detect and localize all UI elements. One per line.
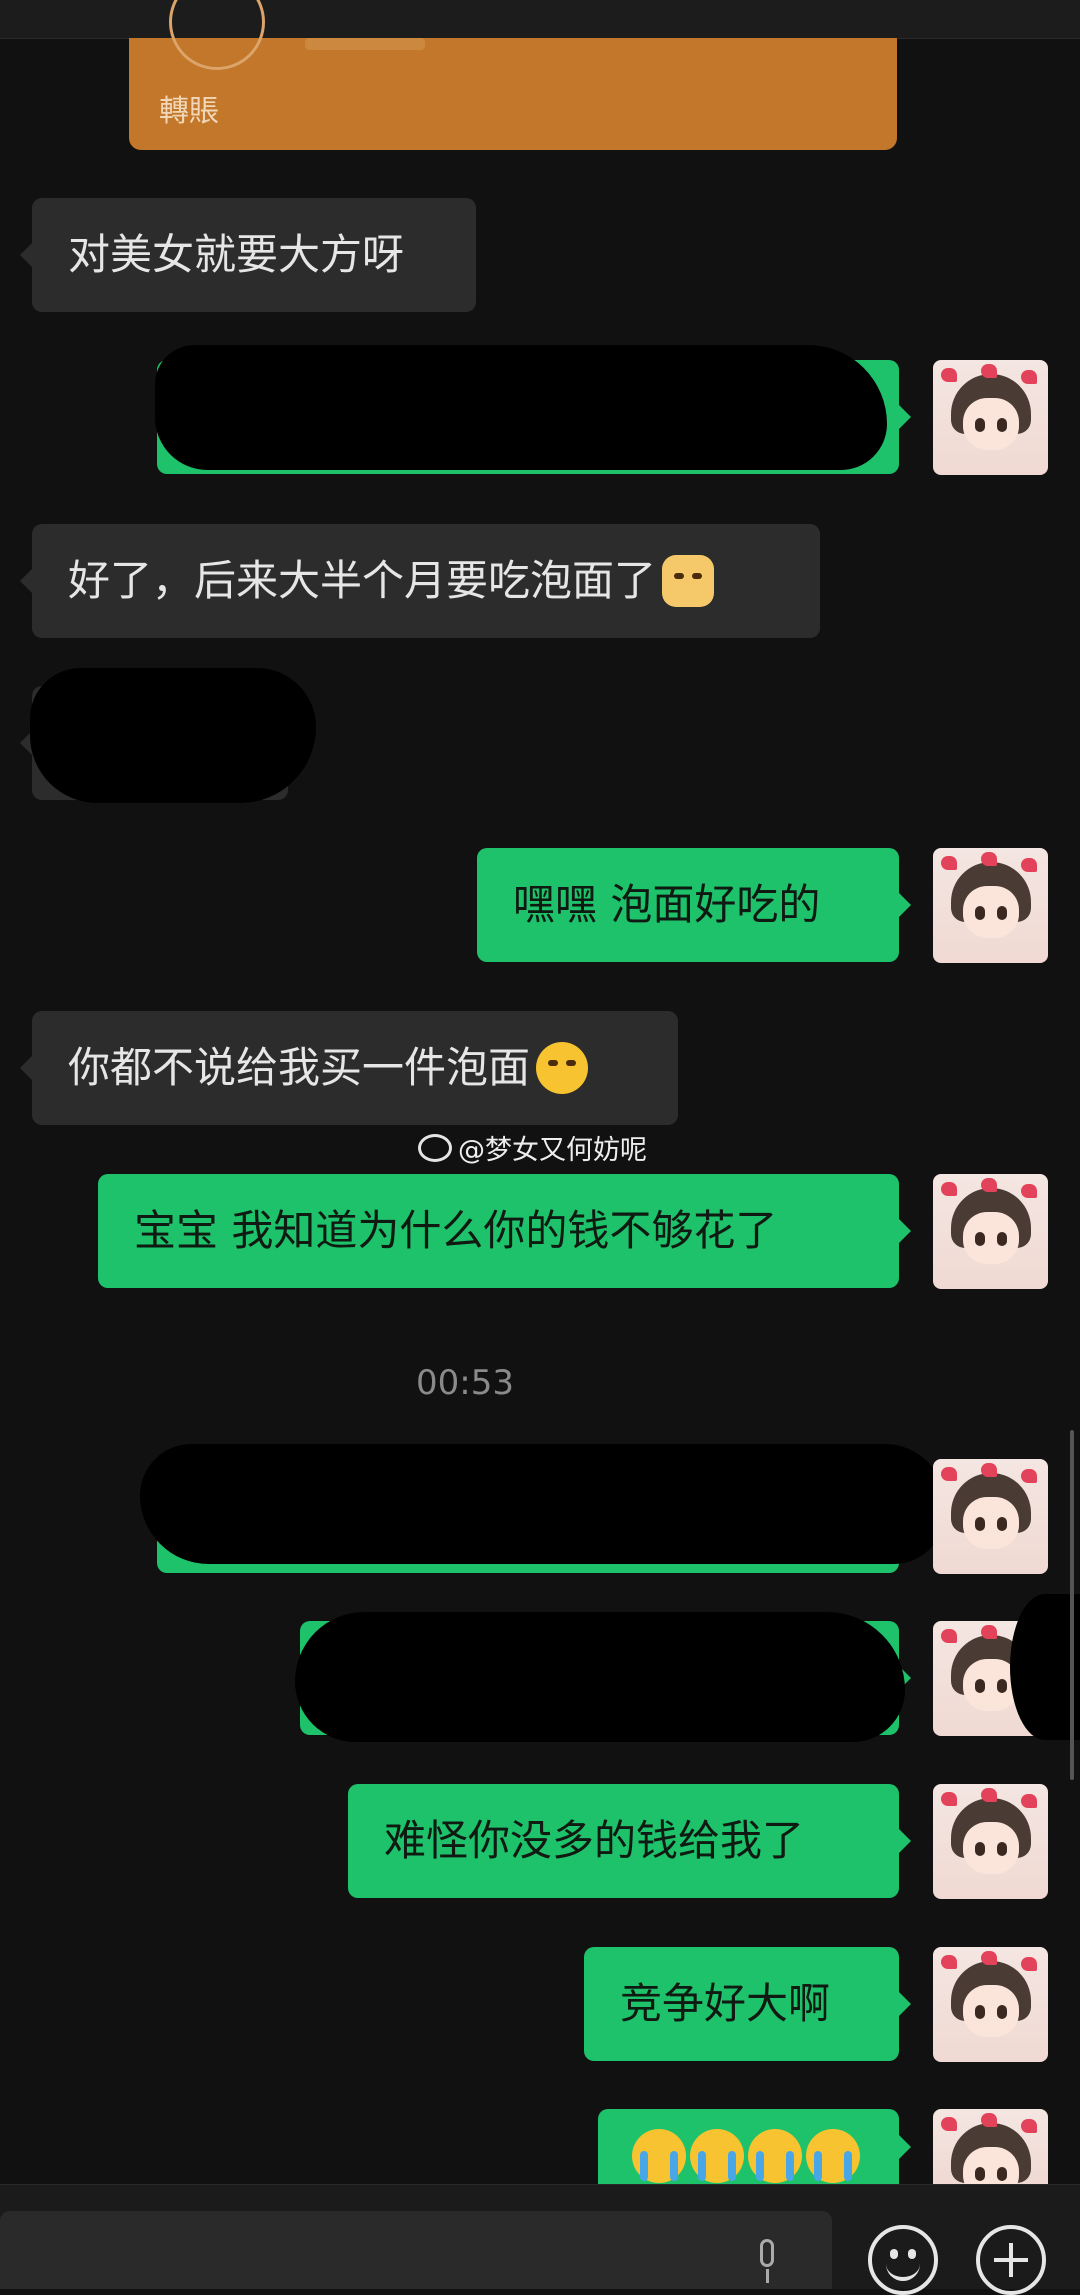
plus-icon[interactable]	[976, 2225, 1046, 2295]
watermark-text: @梦女又何妨呢	[458, 1135, 647, 1166]
loudly-crying-face-icon	[690, 2129, 744, 2183]
message-outgoing[interactable]: 宝宝 我知道为什么你的钱不够花了	[98, 1174, 911, 1288]
avatar[interactable]	[933, 360, 1048, 475]
transfer-label: 轉賬	[159, 94, 219, 129]
watermark: @梦女又何妨呢	[418, 1128, 647, 1167]
input-bar	[0, 2184, 1080, 2295]
transfer-status	[305, 38, 425, 50]
timestamp-divider: 00:53	[416, 1363, 514, 1403]
weibo-icon	[418, 1133, 452, 1162]
avatar[interactable]	[933, 1784, 1048, 1899]
redaction-mark	[155, 345, 887, 470]
avatar[interactable]	[933, 2109, 1048, 2184]
emoji-icon[interactable]	[868, 2225, 938, 2295]
transfer-icon	[169, 0, 265, 70]
message-text: 对美女就要大方呀	[68, 230, 405, 279]
message-outgoing[interactable]: 嘿嘿 泡面好吃的	[477, 848, 911, 962]
message-outgoing[interactable]: 难怪你没多的钱给我了	[348, 1784, 911, 1898]
redaction-mark	[30, 668, 316, 803]
microphone-icon[interactable]	[752, 2239, 782, 2285]
avatar[interactable]	[933, 1174, 1048, 1289]
loudly-crying-face-icon	[806, 2129, 860, 2183]
message-outgoing-emoji[interactable]	[598, 2109, 911, 2184]
scrollbar[interactable]	[1070, 1430, 1074, 1780]
message-outgoing[interactable]: 竞争好大啊	[584, 1947, 911, 2061]
message-text: 嘿嘿 泡面好吃的	[513, 880, 821, 929]
message-incoming[interactable]: 好了，后来大半个月要吃泡面了	[20, 524, 820, 638]
avatar[interactable]	[933, 1947, 1048, 2062]
thinking-face-emoji-icon	[536, 1042, 589, 1094]
message-incoming[interactable]: 你都不说给我买一件泡面	[20, 1011, 678, 1125]
loudly-crying-face-icon	[748, 2129, 802, 2183]
transfer-card[interactable]: 轉賬	[129, 0, 897, 150]
message-text: 竞争好大啊	[620, 1979, 831, 2028]
dog-face-emoji-icon	[662, 555, 715, 607]
message-text: 你都不说给我买一件泡面	[68, 1043, 531, 1092]
redaction-mark	[295, 1612, 905, 1742]
message-incoming[interactable]: 对美女就要大方呀	[20, 198, 476, 312]
loudly-crying-face-icon	[632, 2129, 686, 2183]
avatar[interactable]	[933, 1459, 1048, 1574]
message-text: 宝宝 我知道为什么你的钱不够花了	[134, 1206, 778, 1255]
message-input[interactable]	[0, 2211, 832, 2289]
message-text: 好了，后来大半个月要吃泡面了	[68, 556, 657, 605]
top-bar	[0, 0, 1080, 39]
redaction-mark	[140, 1444, 945, 1564]
message-text: 难怪你没多的钱给我了	[384, 1816, 805, 1865]
avatar[interactable]	[933, 848, 1048, 963]
